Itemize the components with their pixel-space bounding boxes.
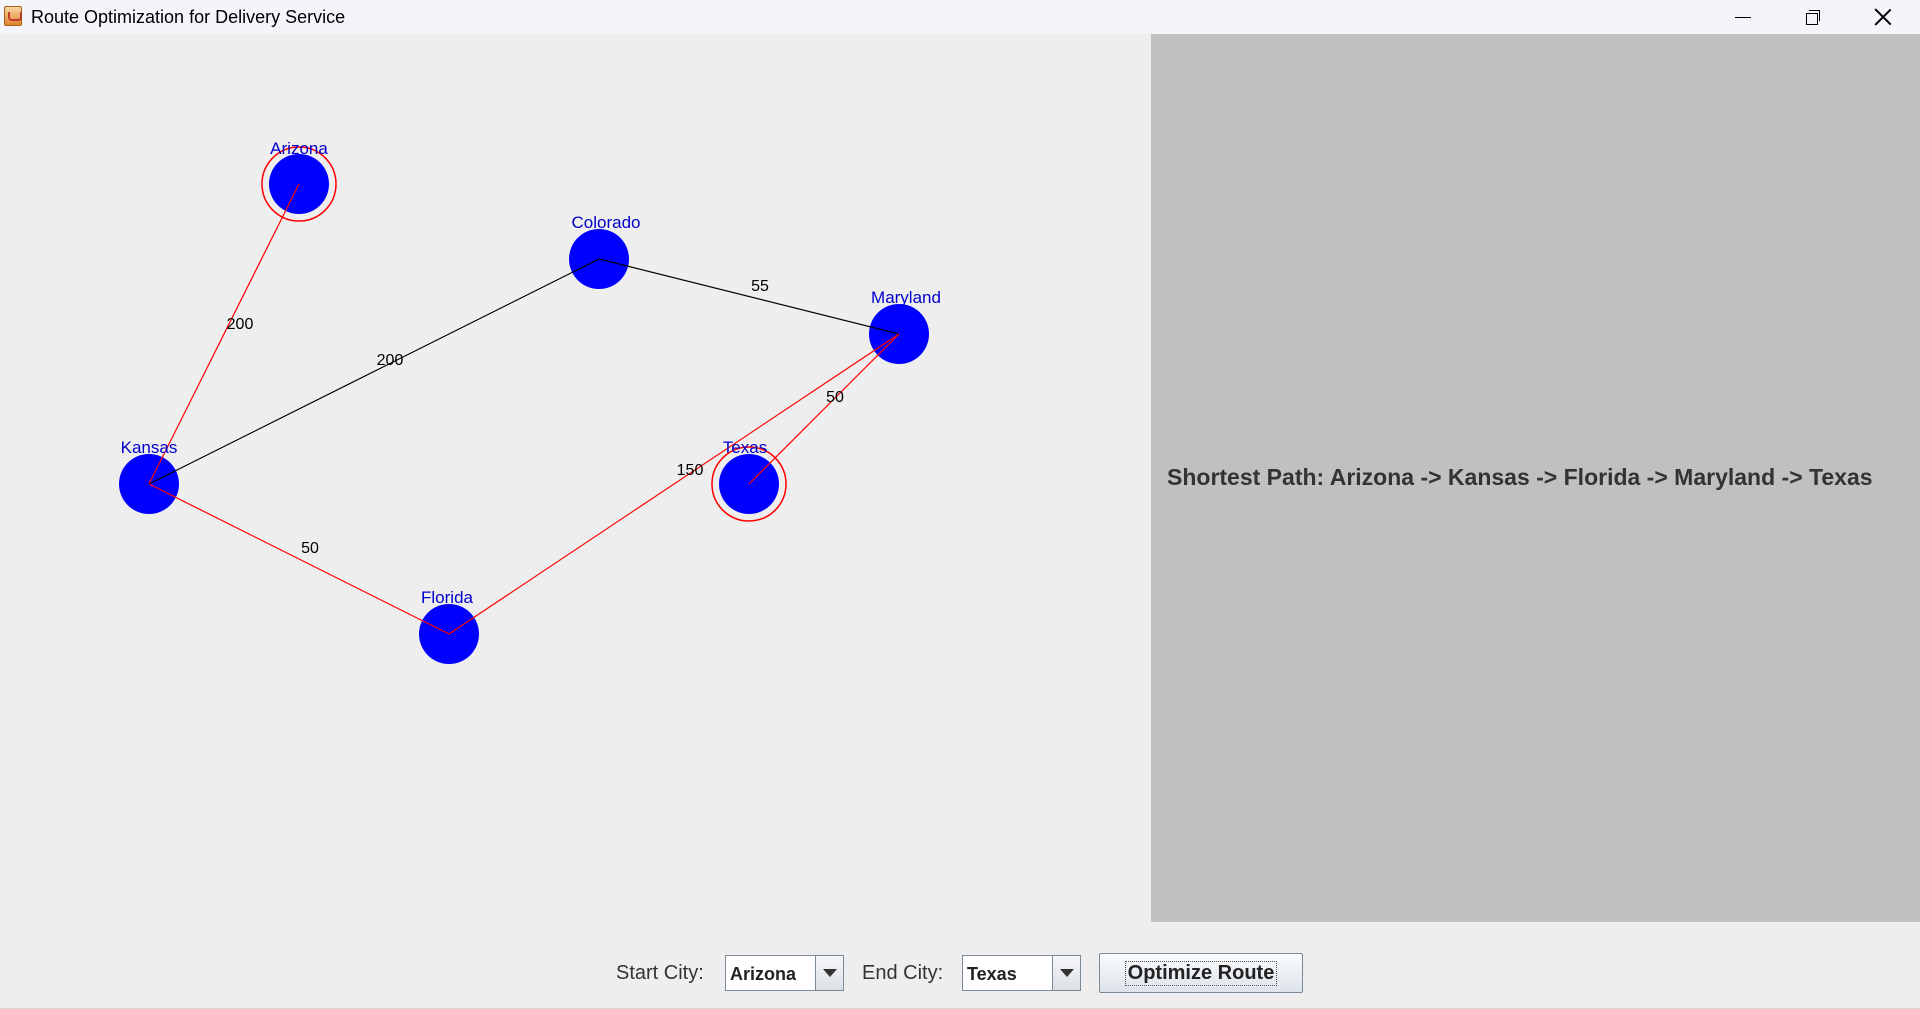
edge-weight-arizona-kansas: 200: [227, 316, 254, 333]
city-label-maryland: Maryland: [871, 288, 941, 307]
result-panel: Shortest Path: Arizona -> Kansas -> Flor…: [1151, 34, 1920, 922]
controls-bar: Start City: Arizona End City: Texas Opti…: [0, 922, 1920, 1009]
edge-maryland-texas: [748, 333, 900, 485]
end-city-label: End City:: [862, 962, 944, 984]
close-icon: [1874, 8, 1892, 26]
restore-button[interactable]: [1778, 0, 1848, 34]
chevron-down-icon[interactable]: [815, 956, 843, 990]
start-city-value: Arizona: [730, 964, 797, 984]
chevron-down-icon[interactable]: [1052, 956, 1080, 990]
start-city-label: Start City:: [616, 962, 704, 984]
edge-colorado-maryland: [598, 258, 900, 335]
java-app-icon: [4, 6, 22, 26]
city-label-colorado: Colorado: [572, 213, 641, 232]
city-label-florida: Florida: [421, 588, 474, 607]
route-graph: 200 200 55 50 50 150 Arizona Colorado Maryland Ka…: [119, 139, 941, 664]
end-city-value: Texas: [967, 964, 1017, 984]
city-label-arizona: Arizona: [270, 139, 328, 158]
shortest-path-result: Shortest Path: Arizona -> Kansas -> Flor…: [1167, 464, 1873, 490]
city-label-texas: Texas: [723, 438, 767, 457]
edge-weight-colorado-maryland: 55: [751, 278, 769, 295]
end-city-dropdown[interactable]: Texas: [962, 955, 1081, 991]
window-title: Route Optimization for Delivery Service: [31, 7, 346, 27]
edge-kansas-colorado: [148, 258, 600, 485]
optimize-route-button[interactable]: Optimize Route: [1099, 953, 1303, 993]
minimize-icon: [1735, 16, 1751, 18]
optimize-route-label: Optimize Route: [1124, 960, 1278, 986]
edge-weight-florida-maryland: 150: [677, 462, 704, 479]
close-button[interactable]: [1848, 0, 1918, 34]
edge-weight-kansas-colorado: 200: [377, 352, 404, 369]
edge-weight-maryland-texas: 50: [826, 389, 844, 406]
minimize-button[interactable]: [1708, 0, 1778, 34]
graph-panel: 200 200 55 50 50 150 Arizona Colorado Maryland Ka…: [0, 34, 1151, 922]
city-label-kansas: Kansas: [121, 438, 178, 457]
title-bar: Route Optimization for Delivery Service: [0, 0, 1920, 34]
edge-florida-maryland: [448, 333, 900, 635]
start-city-dropdown[interactable]: Arizona: [725, 955, 844, 991]
restore-icon: [1806, 10, 1820, 25]
edge-weight-kansas-florida: 50: [301, 540, 319, 557]
edge-kansas-florida: [148, 483, 450, 635]
